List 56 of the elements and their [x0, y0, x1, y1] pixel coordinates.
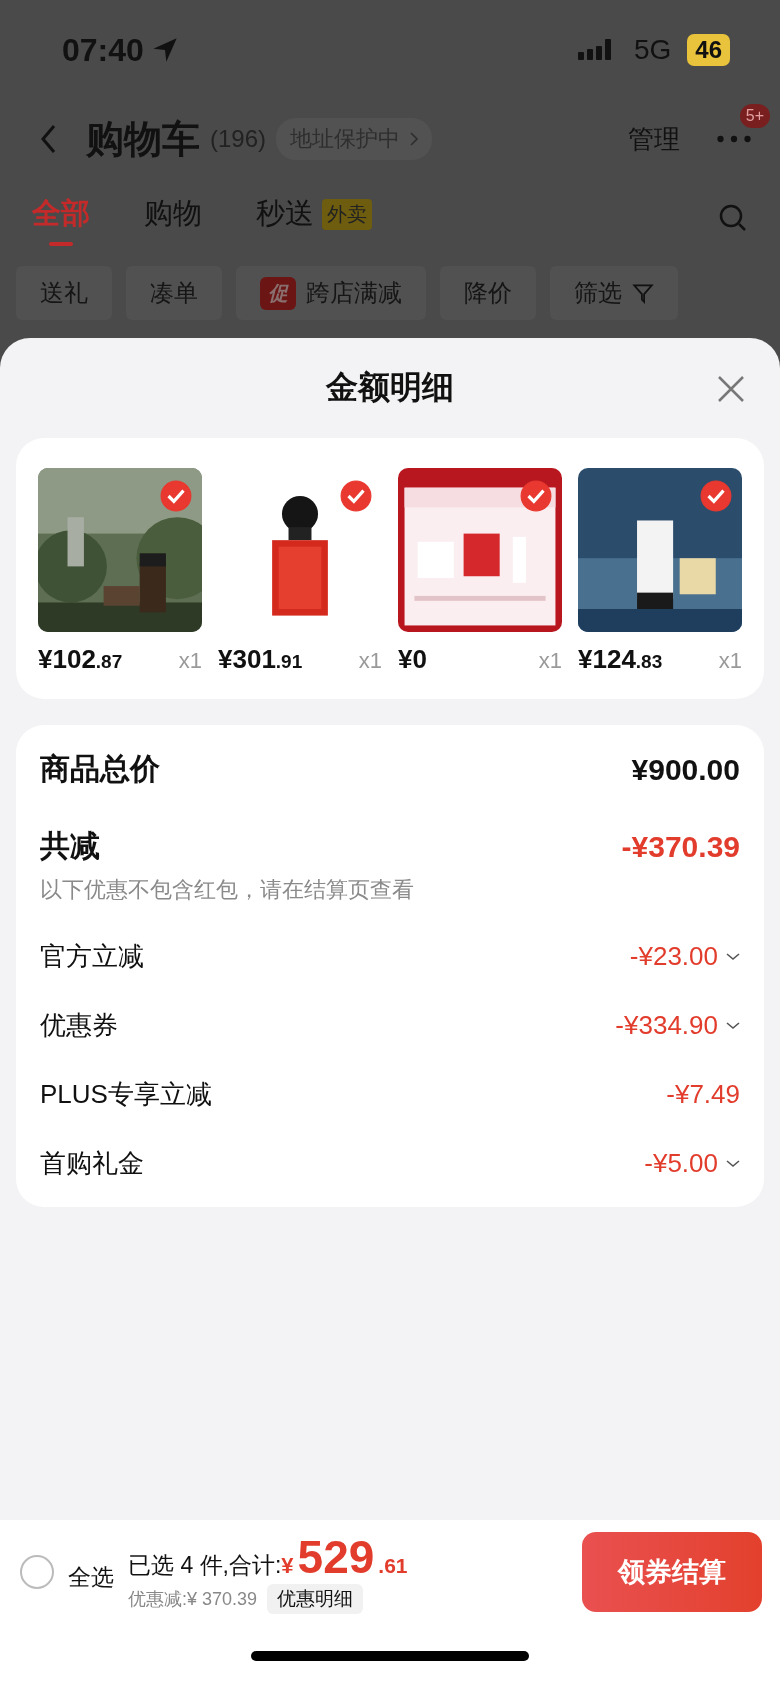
network-label: 5G: [633, 34, 672, 66]
notification-badge: 5+: [739, 104, 770, 128]
discount-value: -¥370.39: [621, 829, 740, 864]
filter-chip[interactable]: 凑单: [126, 266, 222, 320]
search-icon[interactable]: [718, 203, 748, 233]
discount-item-label: PLUS专享立减: [40, 1078, 212, 1111]
discount-detail-button[interactable]: 优惠明细: [267, 1584, 364, 1614]
checkbox-icon[interactable]: [520, 480, 552, 512]
select-all-radio[interactable]: [20, 1555, 54, 1589]
filter-chip[interactable]: 筛选: [550, 266, 678, 320]
discount-label: 共减: [40, 828, 100, 864]
total-value: ¥900.00: [631, 752, 740, 787]
checkbox-icon[interactable]: [700, 480, 732, 512]
discount-item-value: -¥7.49: [666, 1079, 740, 1110]
filter-chip[interactable]: 促 跨店满减: [236, 266, 426, 320]
product-price: ¥0: [398, 644, 427, 675]
selected-summary: 已选 4 件,合计:: [128, 1551, 282, 1580]
page-title: 购物车: [86, 116, 200, 162]
tab[interactable]: 购物: [144, 194, 202, 242]
checkbox-icon[interactable]: [160, 480, 192, 512]
battery-indicator: 46: [687, 34, 730, 66]
product-quantity: x1: [718, 648, 742, 674]
sheet-title: 金额明细: [326, 368, 454, 407]
total-label: 商品总价: [40, 751, 160, 787]
discount-item-label: 官方立减: [40, 940, 144, 973]
chevron-down-icon[interactable]: [726, 1159, 740, 1168]
clock-time: 07:40: [62, 31, 144, 69]
tab[interactable]: 秒送 外卖: [256, 194, 372, 242]
total-amount: ¥529.61: [281, 1530, 408, 1584]
discount-item-label: 优惠券: [40, 1009, 118, 1042]
filter-chip[interactable]: 降价: [440, 266, 536, 320]
product-quantity: x1: [538, 648, 562, 674]
discount-item-value: -¥334.90: [615, 1010, 718, 1041]
checkout-button[interactable]: 领券结算: [582, 1532, 762, 1612]
close-icon[interactable]: [716, 374, 746, 404]
product-price: ¥124.83: [578, 644, 663, 675]
manage-button[interactable]: 管理: [628, 121, 680, 157]
discount-item-value: -¥5.00: [644, 1148, 718, 1179]
product-price: ¥301.91: [218, 644, 303, 675]
discount-item-value: -¥23.00: [629, 941, 718, 972]
discount-item-label: 首购礼金: [40, 1147, 144, 1180]
more-icon[interactable]: [716, 134, 752, 144]
chevron-down-icon[interactable]: [726, 952, 740, 961]
discount-note: 以下优惠不包含红包，请在结算页查看: [40, 876, 415, 904]
saved-amount: 优惠减:¥ 370.39: [128, 1588, 258, 1611]
chevron-right-icon: [410, 132, 419, 146]
product-quantity: x1: [178, 648, 202, 674]
chevron-down-icon[interactable]: [726, 1021, 740, 1030]
filter-icon: [632, 282, 654, 304]
location-arrow-icon: [151, 37, 178, 63]
select-all-label: 全选: [68, 1562, 114, 1592]
checkbox-icon[interactable]: [340, 480, 372, 512]
product-price: ¥102.87: [38, 644, 123, 675]
product-quantity: x1: [358, 648, 382, 674]
filter-chip[interactable]: 送礼: [16, 266, 112, 320]
back-icon[interactable]: [40, 124, 56, 154]
